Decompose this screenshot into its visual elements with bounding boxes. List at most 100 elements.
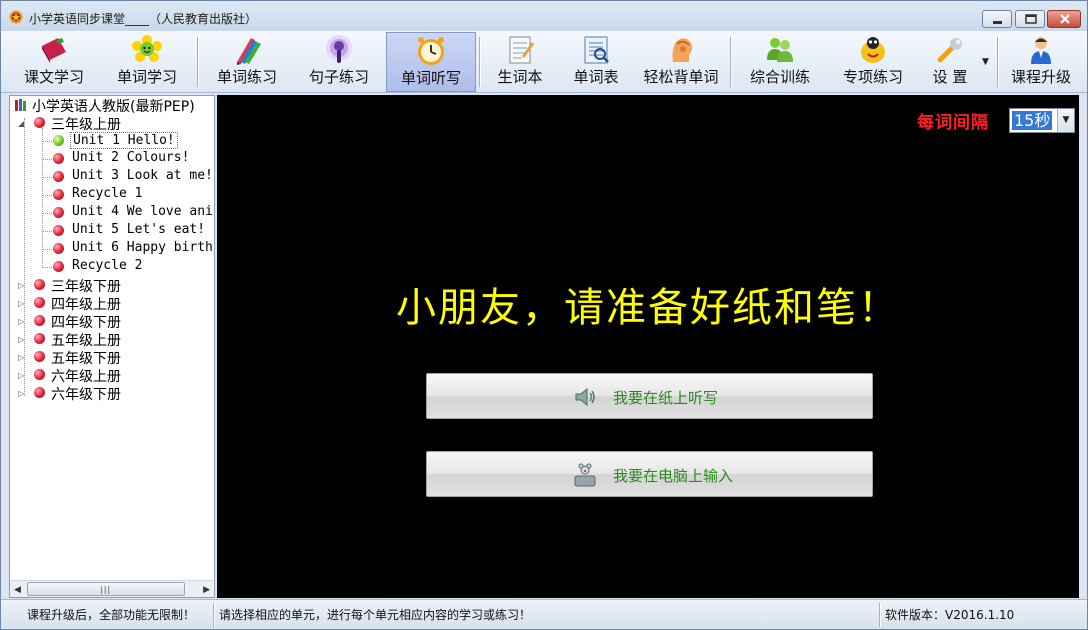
clock-icon xyxy=(418,37,444,65)
tree-unit-label: Recycle 2 xyxy=(72,258,143,273)
toolbar-label: 单词听写 xyxy=(400,69,461,87)
expand-arrow-icon[interactable]: ▷ xyxy=(18,371,26,380)
settings-dropdown-arrow-icon[interactable]: ▼ xyxy=(982,57,989,67)
toolbar-button-word-practice[interactable]: 单词练习 xyxy=(201,32,293,92)
wrench-icon xyxy=(937,38,962,63)
speaker-icon xyxy=(575,387,595,407)
toolbar-label: 单词学习 xyxy=(116,68,177,86)
tree-root-label: 小学英语人教版(最新PEP) xyxy=(32,99,195,115)
unit-bullet-icon xyxy=(53,243,64,254)
tree-unit-label: Unit 5 Let's eat! xyxy=(72,222,206,237)
list-icon xyxy=(584,36,609,64)
tree-grade-label: 五年级上册 xyxy=(51,333,121,349)
status-upgrade-note: 课程升级后，全部功能无限制！ xyxy=(27,608,196,622)
maximize-button[interactable] xyxy=(1015,10,1045,28)
toolbar-button-comprehensive[interactable]: 综合训练 xyxy=(734,32,826,92)
status-separator xyxy=(213,603,214,627)
toolbar-label: 单词表 xyxy=(573,68,619,86)
app-logo-icon xyxy=(9,10,23,24)
toolbar-label: 轻松背单词 xyxy=(643,68,719,86)
expand-arrow-icon[interactable]: ▷ xyxy=(18,317,26,326)
toolbar-separator xyxy=(997,37,998,87)
tree-unit-label: Unit 6 Happy birth xyxy=(72,240,213,255)
tree-branch-line xyxy=(42,267,52,268)
dictate-on-paper-label: 我要在纸上听写 xyxy=(613,389,719,407)
window-title: 小学英语同步课堂____（人民教育出版社） xyxy=(29,12,258,26)
minimize-button[interactable] xyxy=(982,10,1012,28)
toolbar-button-easy-memorize[interactable]: 轻松背单词 xyxy=(635,32,727,92)
tree-guide-line xyxy=(42,128,43,268)
toolbar-separator xyxy=(479,37,480,87)
books-icon xyxy=(15,99,26,111)
interval-value: 15秒 xyxy=(1012,111,1053,130)
tree-grade-label: 五年级下册 xyxy=(51,351,121,367)
toolbar-label: 设 置 xyxy=(932,68,968,86)
toolbar-label: 句子练习 xyxy=(308,68,369,86)
chevron-down-icon[interactable]: ▼ xyxy=(1057,109,1074,132)
expand-arrow-icon[interactable]: ▷ xyxy=(18,335,26,344)
toolbar-button-special-practice[interactable]: 专项练习 xyxy=(827,32,919,92)
close-icon xyxy=(1060,14,1070,24)
tree-grade-label: 六年级下册 xyxy=(51,387,121,403)
expand-arrow-icon[interactable]: ▷ xyxy=(18,389,26,398)
scroll-right-arrow-icon[interactable]: ▶ xyxy=(203,585,210,595)
maximize-icon xyxy=(1025,14,1037,24)
toolbar-button-text-study[interactable]: 课文学习 xyxy=(9,32,99,92)
toolbar-label: 生词本 xyxy=(497,68,543,86)
dictate-on-paper-button[interactable]: 我要在纸上听写 xyxy=(426,373,873,419)
grade-bullet-icon xyxy=(34,369,45,380)
unit-bullet-icon xyxy=(53,261,64,272)
type-on-computer-button[interactable]: 我要在电脑上输入 xyxy=(426,451,873,497)
tree-grade-label: 三年级下册 xyxy=(51,279,121,295)
pencils-icon xyxy=(237,38,261,65)
expand-arrow-icon[interactable]: ▷ xyxy=(18,299,26,308)
flower-icon xyxy=(132,35,162,62)
interval-label: 每词间隔 xyxy=(917,113,989,133)
scroll-left-arrow-icon[interactable]: ◀ xyxy=(14,585,21,595)
app-window: 小学英语同步课堂____（人民教育出版社） 课文学习 单词学习 单词练习 句子练… xyxy=(0,0,1088,630)
tree-branch-line xyxy=(42,177,52,178)
status-separator xyxy=(879,603,880,627)
interval-select[interactable]: 15秒 ▼ xyxy=(1009,108,1075,133)
tree-grade-label: 四年级上册 xyxy=(51,297,121,313)
grade-bullet-icon xyxy=(34,351,45,362)
toolbar: 课文学习 单词学习 单词练习 句子练习 单词听写 生词本 单词表 轻松背单词 综… xyxy=(1,31,1087,93)
minimize-icon xyxy=(993,21,1002,24)
grade-bullet-icon xyxy=(34,315,45,326)
toolbar-button-settings[interactable]: 设 置 xyxy=(921,32,979,92)
tree-unit-label: Unit 1 Hello! xyxy=(70,132,178,149)
toolbar-button-word-study[interactable]: 单词学习 xyxy=(101,32,193,92)
toolbar-button-dictation[interactable]: 单词听写 xyxy=(386,32,476,92)
grade-bullet-icon xyxy=(34,297,45,308)
toolbar-label: 专项练习 xyxy=(842,68,903,86)
collapse-arrow-icon[interactable]: ◢ xyxy=(18,119,26,128)
status-hint: 请选择相应的单元，进行每个单元相应内容的学习或练习！ xyxy=(219,608,532,622)
tree-branch-line xyxy=(42,249,52,250)
scrollbar-thumb[interactable]: ||| xyxy=(27,582,185,596)
toolbar-label: 单词练习 xyxy=(216,68,277,86)
toolbar-button-upgrade[interactable]: 课程升级 xyxy=(1000,32,1082,92)
toolbar-label: 课程升级 xyxy=(1010,68,1071,86)
toolbar-button-new-words[interactable]: 生词本 xyxy=(483,32,557,92)
person-icon xyxy=(1031,37,1051,64)
status-version: 软件版本：V2016.1.10 xyxy=(885,608,1015,622)
close-button[interactable] xyxy=(1047,10,1081,28)
expand-arrow-icon[interactable]: ▷ xyxy=(18,281,26,290)
computer-mouse-icon xyxy=(574,463,596,487)
toolbar-label: 课文学习 xyxy=(23,68,84,86)
tree-unit-label: Unit 3 Look at me! xyxy=(72,168,213,183)
tree-grade-label: 三年级上册 xyxy=(51,117,121,133)
status-bar: 课程升级后，全部功能无限制！ 请选择相应的单元，进行每个单元相应内容的学习或练习… xyxy=(1,599,1087,629)
grade-bullet-icon xyxy=(34,117,45,128)
toolbar-button-sentence-practice[interactable]: 句子练习 xyxy=(294,32,384,92)
tree-horizontal-scrollbar[interactable]: ◀ ||| ▶ xyxy=(10,580,214,597)
grade-bullet-icon xyxy=(34,387,45,398)
toolbar-button-word-list[interactable]: 单词表 xyxy=(559,32,633,92)
grip-icon: ||| xyxy=(100,585,112,594)
tree-grade-item[interactable]: ◢ 三年级上册 xyxy=(18,114,198,133)
grade-bullet-icon xyxy=(34,333,45,344)
unit-bullet-icon xyxy=(53,153,64,164)
toolbar-label: 综合训练 xyxy=(749,68,810,86)
title-bar: 小学英语同步课堂____（人民教育出版社） xyxy=(1,1,1087,31)
expand-arrow-icon[interactable]: ▷ xyxy=(18,353,26,362)
